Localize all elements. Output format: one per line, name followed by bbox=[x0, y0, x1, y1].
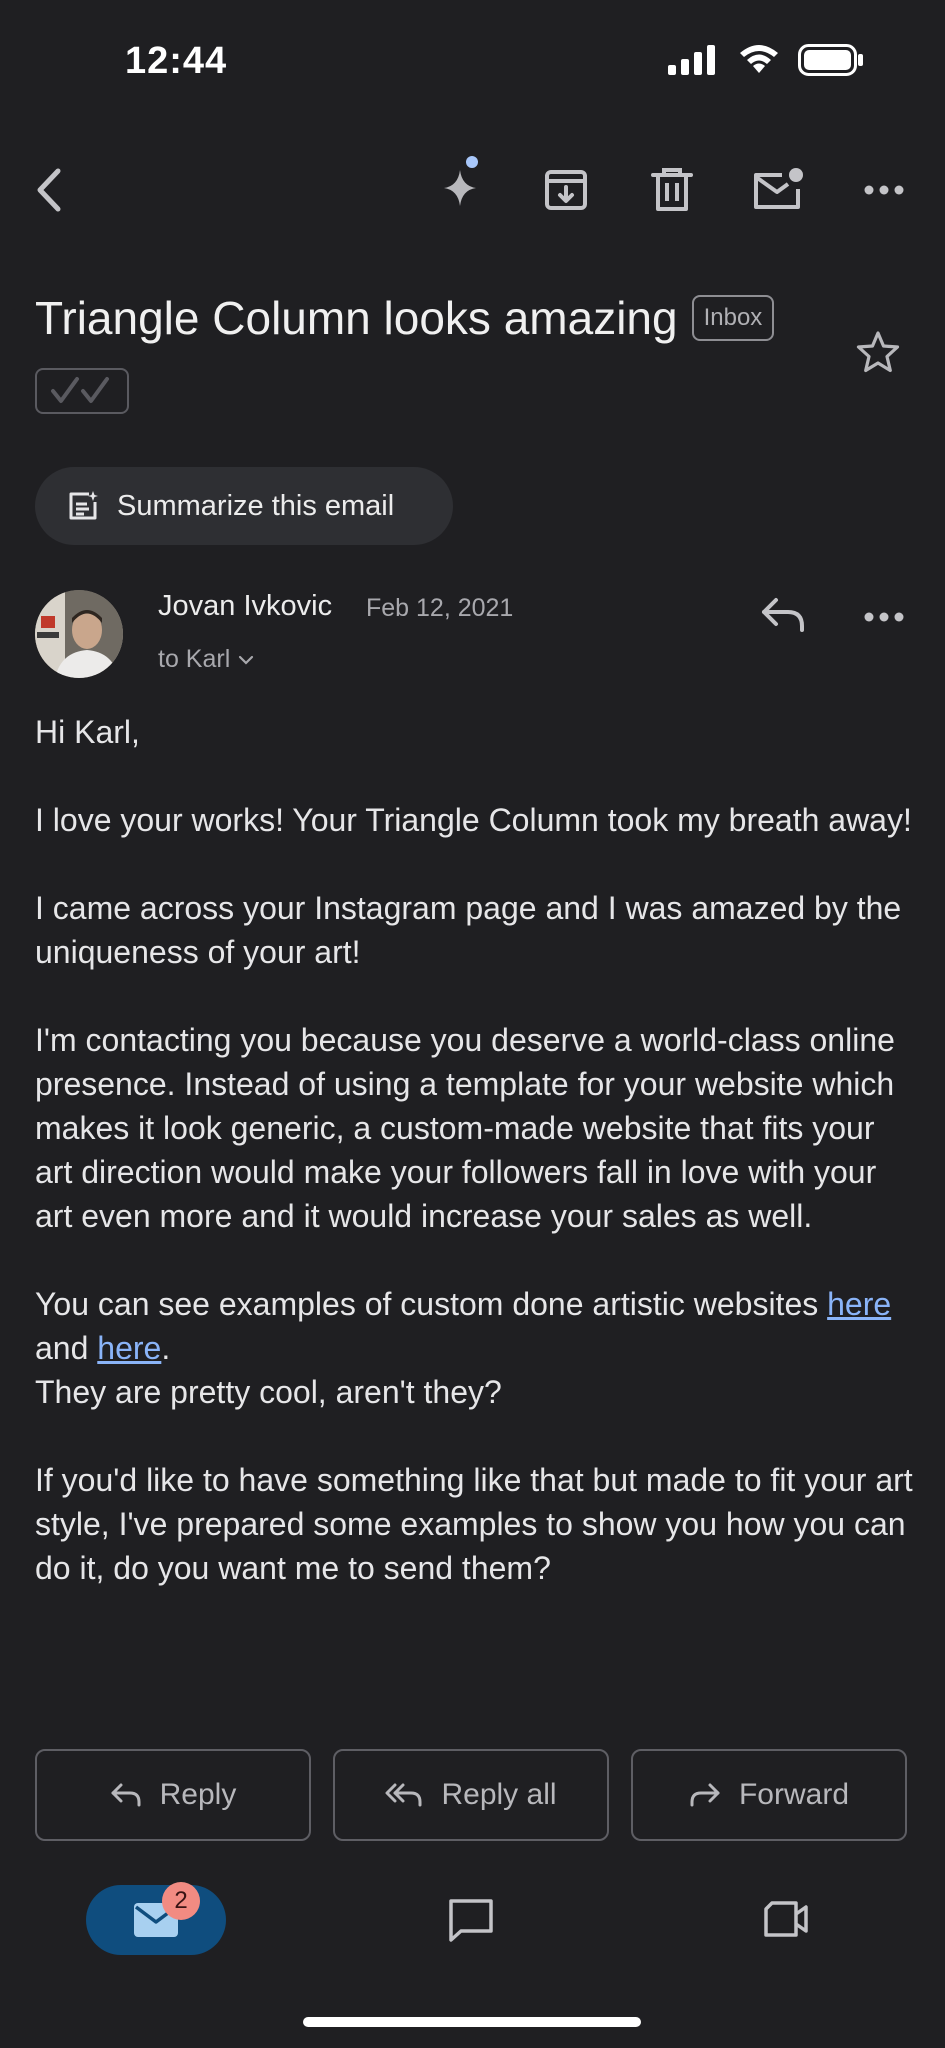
body-text: and bbox=[35, 1330, 98, 1366]
battery-icon bbox=[798, 44, 863, 76]
forward-label: Forward bbox=[738, 1778, 850, 1811]
archive-icon bbox=[545, 170, 587, 210]
sender-name[interactable]: Jovan Ivkovic bbox=[158, 590, 332, 623]
avatar-photo bbox=[35, 590, 123, 678]
mark-unread-button[interactable] bbox=[748, 160, 808, 220]
star-icon bbox=[856, 331, 900, 373]
double-check-icon bbox=[51, 377, 109, 403]
email-body: Hi Karl, I love your works! Your Triangl… bbox=[35, 710, 915, 1634]
star-button[interactable] bbox=[855, 330, 901, 379]
body-text: . bbox=[161, 1330, 171, 1366]
reply-icon-button[interactable] bbox=[760, 594, 806, 639]
recipient-text: to Karl bbox=[158, 645, 231, 673]
video-camera-icon bbox=[764, 1901, 808, 1937]
reply-all-button[interactable]: Reply all bbox=[333, 1749, 609, 1841]
inbox-label-badge[interactable]: Inbox bbox=[691, 294, 775, 341]
subject-text: Triangle Column looks amazing bbox=[35, 292, 678, 344]
body-paragraph: I came across your Instagram page and I … bbox=[35, 890, 902, 970]
archive-button[interactable] bbox=[536, 160, 596, 220]
home-indicator[interactable] bbox=[303, 2017, 641, 2027]
forward-button[interactable]: Forward bbox=[631, 1749, 907, 1841]
reply-button[interactable]: Reply bbox=[35, 1749, 311, 1841]
body-paragraph-links: You can see examples of custom done arti… bbox=[35, 1282, 915, 1414]
unread-count-badge: 2 bbox=[162, 1882, 200, 1920]
back-button[interactable] bbox=[20, 160, 80, 220]
reply-all-label: Reply all bbox=[441, 1778, 557, 1811]
reply-label: Reply bbox=[159, 1778, 237, 1811]
wifi-icon bbox=[740, 45, 778, 73]
sender-avatar[interactable] bbox=[35, 590, 123, 678]
reply-all-icon bbox=[385, 1783, 422, 1807]
summarize-label: Summarize this email bbox=[117, 489, 395, 522]
chevron-left-icon bbox=[37, 168, 61, 212]
forward-icon bbox=[690, 1783, 720, 1807]
reply-icon bbox=[762, 598, 804, 632]
status-icons bbox=[668, 44, 864, 76]
gemini-button[interactable] bbox=[430, 156, 490, 216]
mail-unread-icon bbox=[754, 168, 803, 209]
example-link-1[interactable]: here bbox=[827, 1286, 891, 1322]
reply-icon bbox=[111, 1783, 141, 1807]
more-horizontal-icon bbox=[864, 612, 904, 622]
more-options-button[interactable] bbox=[854, 160, 914, 220]
email-date: Feb 12, 2021 bbox=[366, 594, 514, 622]
body-text: They are pretty cool, aren't they? bbox=[35, 1374, 502, 1410]
recipient-details-toggle[interactable]: to Karl bbox=[158, 645, 254, 674]
chat-icon bbox=[449, 1899, 493, 1942]
status-time: 12:44 bbox=[125, 40, 228, 82]
double-check-badge bbox=[35, 368, 129, 414]
more-horizontal-icon bbox=[864, 185, 904, 195]
nav-chat-tab[interactable] bbox=[447, 1897, 495, 1948]
body-text: You can see examples of custom done arti… bbox=[35, 1286, 828, 1322]
email-subject: Triangle Column looks amazing Inbox bbox=[35, 290, 865, 346]
body-greeting: Hi Karl, bbox=[35, 714, 140, 750]
summarize-icon bbox=[69, 491, 98, 520]
status-bar: 12:44 bbox=[0, 0, 945, 130]
summarize-email-button[interactable]: Summarize this email bbox=[35, 467, 453, 545]
nav-mail-tab[interactable] bbox=[86, 1885, 226, 1955]
body-paragraph: I'm contacting you because you deserve a… bbox=[35, 1022, 895, 1234]
trash-icon bbox=[651, 168, 693, 211]
sparkle-icon bbox=[444, 156, 478, 206]
nav-meet-tab[interactable] bbox=[762, 1899, 810, 1944]
signal-icon bbox=[668, 45, 715, 75]
example-link-2[interactable]: here bbox=[97, 1330, 161, 1366]
chevron-down-icon bbox=[239, 655, 254, 665]
delete-button[interactable] bbox=[642, 160, 702, 220]
body-paragraph: If you'd like to have something like tha… bbox=[35, 1462, 913, 1586]
body-paragraph: I love your works! Your Triangle Column … bbox=[35, 802, 912, 838]
message-more-button[interactable] bbox=[864, 610, 904, 628]
